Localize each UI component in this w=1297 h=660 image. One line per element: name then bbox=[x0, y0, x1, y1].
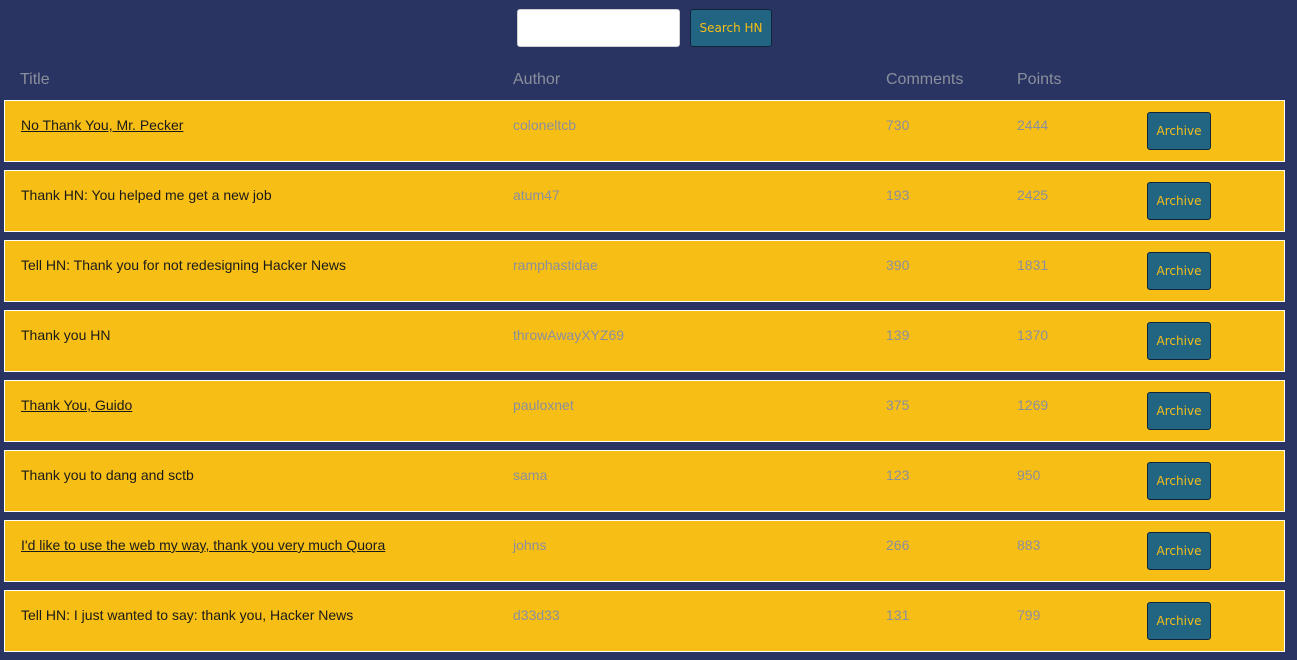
story-list: No Thank You, Mr. Pecker coloneltcb 730 … bbox=[4, 100, 1285, 660]
story-row: Thank you HN throwAwayXYZ69 139 1370 Arc… bbox=[4, 310, 1285, 372]
story-title-link[interactable]: Thank You, Guido bbox=[21, 396, 132, 414]
story-title-link[interactable]: No Thank You, Mr. Pecker bbox=[21, 116, 183, 134]
column-header-points: Points bbox=[1017, 71, 1062, 88]
archive-button[interactable]: Archive bbox=[1147, 182, 1211, 220]
story-title: Thank you HN bbox=[21, 327, 111, 343]
story-author: pauloxnet bbox=[513, 397, 574, 413]
story-author: sama bbox=[513, 467, 548, 483]
story-points: 1831 bbox=[1017, 257, 1049, 273]
archive-button[interactable]: Archive bbox=[1147, 392, 1211, 430]
story-author: johns bbox=[513, 537, 547, 553]
story-title: Tell HN: Thank you for not redesigning H… bbox=[21, 257, 347, 273]
archive-button[interactable]: Archive bbox=[1147, 322, 1211, 360]
story-author: ramphastidae bbox=[513, 257, 598, 273]
story-author: d33d33 bbox=[513, 607, 560, 623]
search-input[interactable] bbox=[517, 9, 680, 47]
story-author: atum47 bbox=[513, 187, 560, 203]
story-comments-count: 139 bbox=[886, 327, 910, 343]
story-row: Tell HN: I just wanted to say: thank you… bbox=[4, 590, 1285, 652]
archive-button[interactable]: Archive bbox=[1147, 532, 1211, 570]
search-bar: Search HN bbox=[517, 9, 772, 47]
archive-button[interactable]: Archive bbox=[1147, 602, 1211, 640]
story-comments-count: 375 bbox=[886, 397, 910, 413]
column-header-title: Title bbox=[20, 71, 50, 88]
story-author: coloneltcb bbox=[513, 117, 577, 133]
story-points: 1269 bbox=[1017, 397, 1049, 413]
story-points: 2444 bbox=[1017, 117, 1049, 133]
story-row: Tell HN: Thank you for not redesigning H… bbox=[4, 240, 1285, 302]
story-title-link[interactable]: I'd like to use the web my way, thank yo… bbox=[21, 536, 385, 554]
table-header: Title Author Comments Points bbox=[0, 70, 1297, 90]
archive-button[interactable]: Archive bbox=[1147, 462, 1211, 500]
story-comments-count: 266 bbox=[886, 537, 910, 553]
story-comments-count: 390 bbox=[886, 257, 910, 273]
archive-button[interactable]: Archive bbox=[1147, 252, 1211, 290]
story-row: Thank HN: You helped me get a new job at… bbox=[4, 170, 1285, 232]
story-comments-count: 730 bbox=[886, 117, 910, 133]
story-comments-count: 193 bbox=[886, 187, 910, 203]
story-row: Thank You, Guido pauloxnet 375 1269 Arch… bbox=[4, 380, 1285, 442]
story-title: Thank you to dang and sctb bbox=[21, 467, 194, 483]
story-points: 950 bbox=[1017, 467, 1041, 483]
story-row: No Thank You, Mr. Pecker coloneltcb 730 … bbox=[4, 100, 1285, 162]
story-title: Thank HN: You helped me get a new job bbox=[21, 187, 272, 203]
column-header-author: Author bbox=[513, 71, 561, 88]
story-title: Tell HN: I just wanted to say: thank you… bbox=[21, 607, 354, 623]
story-row: Thank you to dang and sctb sama 123 950 … bbox=[4, 450, 1285, 512]
story-comments-count: 123 bbox=[886, 467, 910, 483]
story-comments-count: 131 bbox=[886, 607, 910, 623]
archive-button[interactable]: Archive bbox=[1147, 112, 1211, 150]
story-author: throwAwayXYZ69 bbox=[513, 327, 625, 343]
story-row: I'd like to use the web my way, thank yo… bbox=[4, 520, 1285, 582]
search-hn-button[interactable]: Search HN bbox=[690, 9, 772, 47]
story-points: 1370 bbox=[1017, 327, 1049, 343]
column-header-comments: Comments bbox=[886, 71, 964, 88]
story-points: 799 bbox=[1017, 607, 1041, 623]
story-points: 2425 bbox=[1017, 187, 1049, 203]
story-points: 883 bbox=[1017, 537, 1041, 553]
